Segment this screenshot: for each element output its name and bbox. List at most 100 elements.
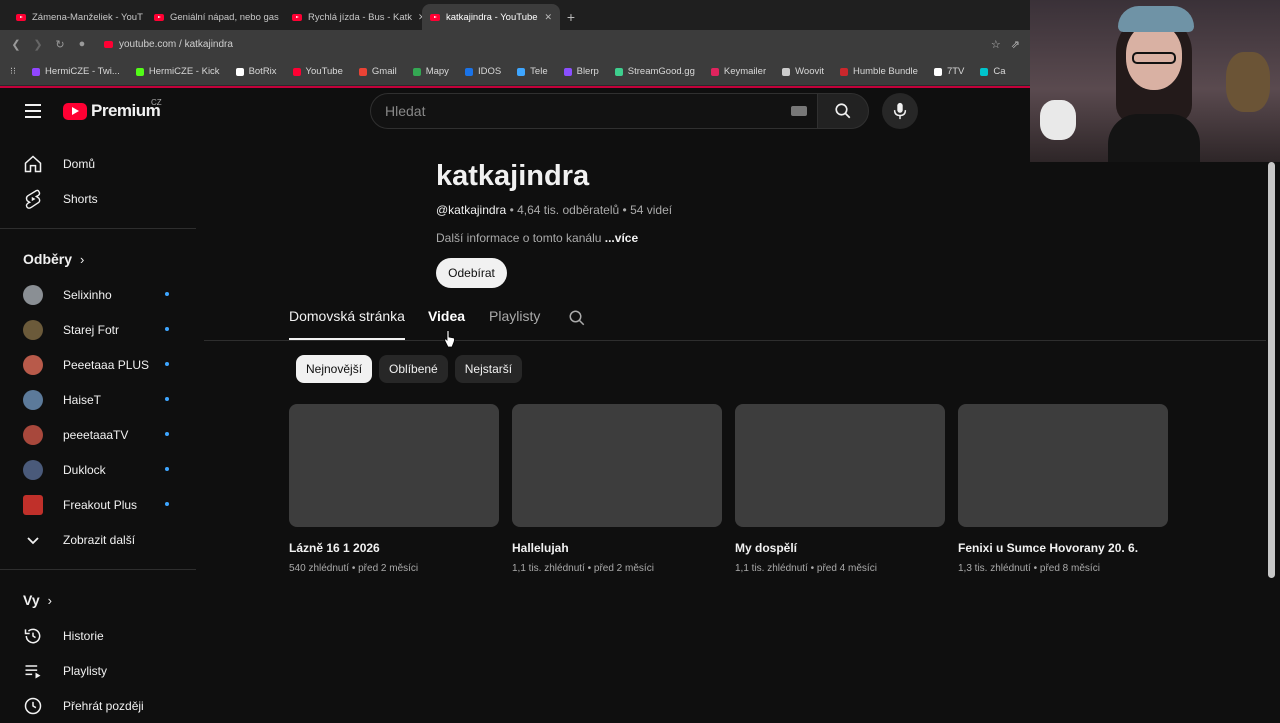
video-title[interactable]: Fenixi u Sumce Hovorany 20. 6.	[958, 541, 1168, 555]
bookmark[interactable]: BotRix	[235, 66, 277, 77]
sidebar-item-playlists[interactable]: Playlisty	[0, 653, 200, 688]
channel-search-button[interactable]	[568, 308, 586, 340]
sidebar-item-label: Starej Fotr	[63, 322, 120, 337]
you-header[interactable]: Vy ›	[0, 582, 200, 618]
separator: •	[509, 203, 518, 217]
sidebar-item-subscription[interactable]: Starej Fotr	[0, 312, 200, 347]
bookmark[interactable]: IDOS	[464, 66, 501, 77]
url-field[interactable]: youtube.com / katkajindra	[104, 39, 981, 50]
video-card[interactable]: Fenixi u Sumce Hovorany 20. 6. 1,3 tis. …	[958, 404, 1168, 574]
channel-handle: @katkajindra	[436, 203, 507, 217]
chip-oldest[interactable]: Nejstarší	[454, 355, 523, 383]
video-thumbnail[interactable]	[512, 404, 722, 527]
bookmark-icon	[710, 67, 719, 76]
sidebar-item-shorts[interactable]: Shorts	[0, 181, 200, 216]
voice-search-button[interactable]	[882, 93, 918, 129]
reload-icon[interactable]: ↻	[54, 38, 66, 51]
tab-home[interactable]: Domovská stránka	[289, 308, 405, 340]
bookmark-star-icon[interactable]: ☆	[991, 38, 1001, 51]
bookmark-label: StreamGood.gg	[627, 66, 695, 77]
video-title[interactable]: Lázně 16 1 2026	[289, 541, 499, 555]
sidebar-item-watch-later[interactable]: Přehrát později	[0, 688, 200, 723]
chip-popular[interactable]: Oblíbené	[379, 355, 448, 383]
bookmark[interactable]: Keymailer	[710, 66, 767, 77]
sidebar-item-subscription[interactable]: Freakout Plus	[0, 487, 200, 522]
tab-title: Geniální nápad, nebo gas	[170, 11, 279, 23]
scrollbar[interactable]	[1268, 162, 1275, 578]
view-count: 1,3 tis. zhlédnutí	[958, 563, 1031, 574]
new-tab-button[interactable]: +	[560, 4, 582, 30]
sidebar-item-subscription[interactable]: peeetaaaTV	[0, 417, 200, 452]
bookmark[interactable]: Woovit	[782, 66, 824, 77]
browser-tab[interactable]: Geniální nápad, nebo gas✕	[146, 4, 284, 30]
video-card[interactable]: Lázně 16 1 2026 540 zhlédnutí • před 2 m…	[289, 404, 499, 574]
bookmark[interactable]: Humble Bundle	[840, 66, 918, 77]
sidebar-item-label: Duklock	[63, 462, 106, 477]
logo-text: Premium	[91, 101, 161, 120]
video-thumbnail[interactable]	[289, 404, 499, 527]
search-input[interactable]: Hledat	[370, 93, 818, 129]
bookmark[interactable]: Gmail	[358, 66, 397, 77]
separator: •	[622, 203, 631, 217]
video-thumbnail[interactable]	[958, 404, 1168, 527]
bookmark[interactable]: Blerp	[563, 66, 599, 77]
sidebar-item-subscription[interactable]: HaiseT	[0, 382, 200, 417]
mic-icon[interactable]: ●	[76, 38, 88, 50]
bookmark[interactable]: HermiCZE - Kick	[135, 66, 220, 77]
bookmark[interactable]: 7TV	[933, 66, 964, 77]
bookmark[interactable]: HermiCZE - Twi...	[32, 66, 120, 77]
close-icon[interactable]: ✕	[544, 12, 552, 23]
sidebar-item-subscription[interactable]: Selixinho	[0, 277, 200, 312]
video-title[interactable]: My dospělí	[735, 541, 945, 555]
chip-newest[interactable]: Nejnovější	[296, 355, 373, 383]
subscriptions-header[interactable]: Odběry ›	[0, 241, 200, 277]
tab-title: Zámena-Manželiek - YouT	[32, 11, 143, 23]
video-meta: 1,1 tis. zhlédnutí • před 4 měsíci	[735, 563, 877, 574]
sidebar-item-subscription[interactable]: Duklock	[0, 452, 200, 487]
sidebar-item-label: Selixinho	[63, 287, 112, 302]
avatar	[23, 424, 43, 445]
bookmark[interactable]: Ca	[980, 66, 1006, 77]
watch-later-icon	[24, 697, 42, 714]
divider	[204, 340, 1266, 341]
new-content-dot	[165, 397, 169, 401]
show-more-button[interactable]: Zobrazit další	[0, 522, 200, 557]
bookmark-label: Gmail	[371, 66, 397, 77]
subscribe-button[interactable]: Odebírat	[436, 258, 507, 288]
video-card[interactable]: Hallelujah 1,1 tis. zhlédnutí • před 2 m…	[512, 404, 722, 574]
forward-icon[interactable]: ❯	[32, 38, 44, 51]
channel-more-info[interactable]: Další informace o tomto kanálu ...více	[436, 231, 638, 245]
tab-playlists[interactable]: Playlisty	[489, 308, 540, 340]
video-card[interactable]: My dospělí 1,1 tis. zhlédnutí • před 4 m…	[735, 404, 945, 574]
bookmark-label: Keymailer	[723, 66, 767, 77]
back-icon[interactable]: ❮	[10, 38, 22, 51]
bookmark[interactable]: YouTube	[292, 66, 343, 77]
menu-icon[interactable]	[25, 104, 41, 118]
youtube-logo[interactable]: Premium CZ	[63, 98, 162, 121]
home-icon	[24, 154, 42, 172]
sidebar-item-home[interactable]: Domů	[0, 146, 200, 181]
apps-icon[interactable]: ⁝⁝	[10, 66, 16, 77]
browser-tab[interactable]: Rychlá jízda - Bus - Katk ✕	[284, 4, 422, 30]
share-icon[interactable]: ⇗	[1011, 38, 1020, 51]
bookmark[interactable]: Tele	[517, 66, 548, 77]
keyboard-icon[interactable]	[791, 106, 807, 116]
sidebar-item-label: Peeetaaa PLUS	[63, 357, 150, 372]
video-thumbnail[interactable]	[735, 404, 945, 527]
tab-title: Rychlá jízda - Bus - Katk	[308, 11, 413, 23]
sidebar-item-history[interactable]: Historie	[0, 618, 200, 653]
bookmark-label: Mapy	[425, 66, 449, 77]
video-title[interactable]: Hallelujah	[512, 541, 722, 555]
browser-tab-active[interactable]: katkajindra - YouTube ✕	[422, 4, 560, 30]
more-link[interactable]: ...více	[605, 231, 638, 245]
bookmark-icon	[980, 67, 989, 76]
search-icon	[569, 310, 585, 326]
bookmark[interactable]: Mapy	[412, 66, 449, 77]
sidebar-item-subscription[interactable]: Peeetaaa PLUS	[0, 347, 200, 382]
bookmark[interactable]: StreamGood.gg	[614, 66, 695, 77]
sidebar-item-label: Freakout Plus	[63, 497, 138, 512]
browser-tab[interactable]: Zámena-Manželiek - YouT✕	[8, 4, 146, 30]
new-content-dot	[165, 327, 169, 331]
search-button[interactable]	[817, 93, 869, 129]
sidebar: Domů Shorts Odběry › Selixinho Starej Fo…	[0, 146, 200, 723]
